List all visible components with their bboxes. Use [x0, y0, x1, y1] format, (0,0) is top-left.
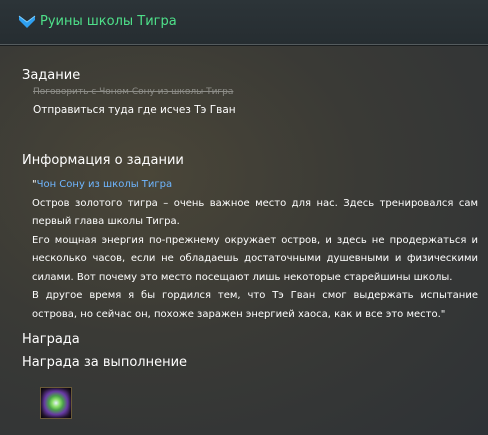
quest-title: Руины школы Тигра: [40, 14, 177, 29]
quest-description: "Чон Сону из школы Тигра Остров золотого…: [32, 176, 478, 324]
info-heading: Информация о задании: [22, 153, 184, 168]
window-titlebar[interactable]: Руины школы Тигра: [0, 0, 488, 45]
task-heading: Задание: [22, 68, 81, 83]
current-task: Отправиться туда где исчез Тэ Гван: [33, 104, 236, 116]
speaker-line: "Чон Сону из школы Тигра: [32, 176, 478, 195]
completion-reward-heading: Награда за выполнение: [22, 355, 188, 370]
description-paragraph: Его мощная энергия по-прежнему окружает …: [32, 234, 478, 283]
reward-heading: Награда: [22, 332, 80, 347]
chevron-down-icon[interactable]: [18, 13, 36, 31]
description-paragraph: Остров золотого тигра – очень важное мес…: [32, 197, 478, 228]
speaker-name: Чон Сону из школы Тигра: [36, 179, 173, 190]
description-paragraph: В другое время я бы гордился тем, что Тэ…: [32, 290, 478, 320]
quest-window: Руины школы Тигра Задание Поговорить с Ч…: [0, 0, 488, 435]
glowing-orb-item-icon[interactable]: [40, 387, 72, 419]
completed-task: Поговорить с Чоном Сону из школы Тигра: [33, 87, 234, 97]
